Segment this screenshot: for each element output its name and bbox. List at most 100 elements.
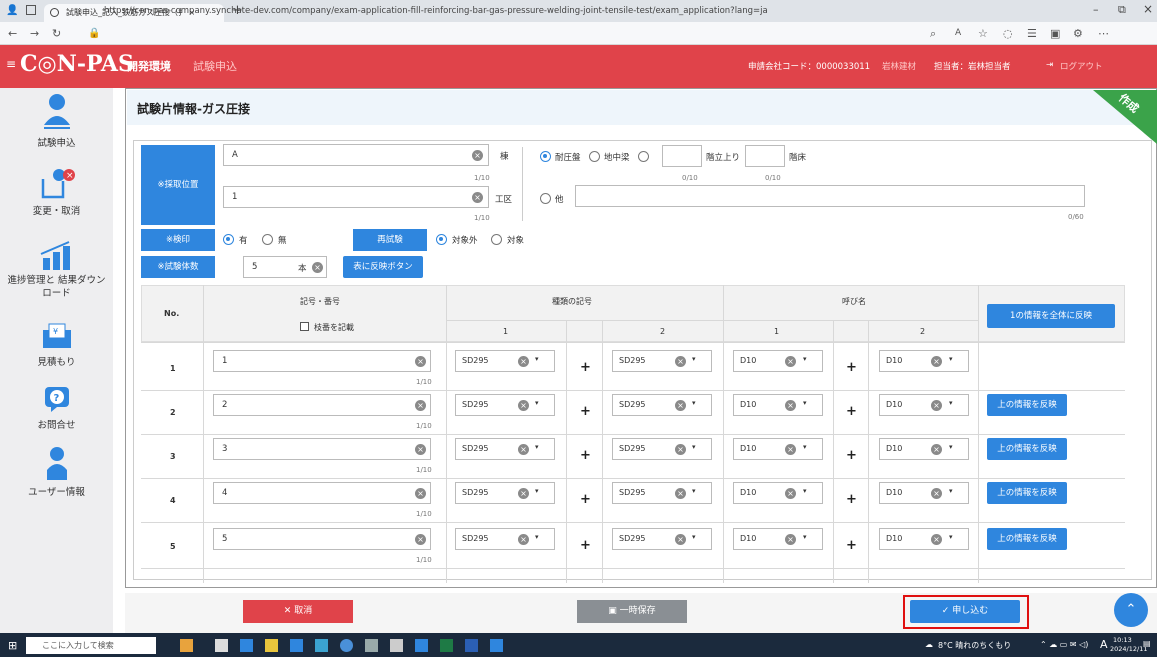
size1-select[interactable]: D10 — [733, 482, 823, 504]
chevron-down-icon[interactable]: ▾ — [803, 443, 807, 451]
size1-select[interactable]: D10 — [733, 438, 823, 460]
ime-indicator[interactable]: A — [1100, 638, 1108, 651]
app-icon[interactable] — [290, 639, 303, 652]
clear-icon[interactable]: × — [931, 444, 942, 455]
size2-select[interactable]: D10 — [879, 482, 969, 504]
cancel-button[interactable]: ✕ 取消 — [243, 600, 353, 623]
window-close-button[interactable]: × — [1143, 2, 1153, 16]
chrome-icon[interactable] — [340, 639, 353, 652]
grade2-select[interactable]: SD295 — [612, 482, 712, 504]
section-input[interactable]: 1 — [223, 186, 489, 208]
favorite-icon[interactable]: ☆ — [978, 22, 988, 45]
retest-exclude-radio[interactable] — [436, 234, 447, 245]
clear-icon[interactable]: × — [415, 444, 426, 455]
clear-icon[interactable]: × — [472, 150, 483, 161]
size2-select[interactable]: D10 — [879, 528, 969, 550]
clock-time[interactable]: 10:13 — [1113, 636, 1132, 644]
window-restore-button[interactable]: ⧉ — [1118, 3, 1126, 17]
size2-select[interactable]: D10 — [879, 394, 969, 416]
settings-icon[interactable] — [390, 639, 403, 652]
clear-icon[interactable]: × — [931, 400, 942, 411]
chevron-down-icon[interactable]: ▾ — [692, 533, 696, 541]
branch-number-checkbox[interactable] — [300, 322, 309, 331]
app-logo[interactable]: C◎N-PAS — [20, 51, 134, 77]
explorer-icon[interactable] — [265, 639, 278, 652]
clear-icon[interactable]: × — [931, 534, 942, 545]
favorites-list-icon[interactable]: ☰ — [1027, 22, 1037, 45]
chevron-down-icon[interactable]: ▾ — [803, 487, 807, 495]
grade1-select[interactable]: SD295 — [455, 394, 555, 416]
apply-all-button[interactable]: 1の情報を全体に反映 — [987, 304, 1115, 328]
notification-icon[interactable]: ▤ — [1143, 639, 1151, 648]
forward-icon[interactable]: → — [30, 22, 39, 45]
size1-select[interactable]: D10 — [733, 528, 823, 550]
clear-icon[interactable]: × — [415, 400, 426, 411]
size2-select[interactable]: D10 — [879, 438, 969, 460]
sidebar-item-contact[interactable]: ? お問合せ — [0, 385, 113, 431]
clear-icon[interactable]: × — [785, 488, 796, 499]
more-menu-icon[interactable]: ⋯ — [1098, 22, 1109, 45]
size2-select[interactable]: D10 — [879, 350, 969, 372]
chevron-down-icon[interactable]: ▾ — [949, 443, 953, 451]
clear-icon[interactable]: × — [518, 444, 529, 455]
retest-include-radio[interactable] — [491, 234, 502, 245]
chevron-down-icon[interactable]: ▾ — [949, 533, 953, 541]
chevron-down-icon[interactable]: ▾ — [692, 443, 696, 451]
scroll-top-button[interactable]: ⌃ — [1114, 593, 1148, 627]
window-minimize-button[interactable]: – — [1093, 3, 1099, 16]
grade1-select[interactable]: SD295 — [455, 438, 555, 460]
clear-icon[interactable]: × — [415, 356, 426, 367]
submit-button[interactable]: ✓ 申し込む — [910, 600, 1020, 623]
apply-above-button[interactable]: 上の情報を反映 — [987, 438, 1067, 460]
sidebar-item-exam-application[interactable]: 試験申込 — [0, 93, 113, 149]
clear-icon[interactable]: × — [785, 400, 796, 411]
mark-input[interactable]: 3 — [213, 438, 431, 460]
chevron-down-icon[interactable]: ▾ — [692, 399, 696, 407]
app-icon[interactable] — [180, 639, 193, 652]
copilot-icon[interactable]: ◌ — [1003, 22, 1013, 45]
chevron-down-icon[interactable]: ▾ — [535, 533, 539, 541]
chevron-down-icon[interactable]: ▾ — [803, 355, 807, 363]
chevron-down-icon[interactable]: ▾ — [692, 355, 696, 363]
seal-no-radio[interactable] — [262, 234, 273, 245]
grade2-select[interactable]: SD295 — [612, 394, 712, 416]
app-icon[interactable] — [490, 639, 503, 652]
seal-yes-radio[interactable] — [223, 234, 234, 245]
clear-icon[interactable]: × — [675, 400, 686, 411]
clear-icon[interactable]: × — [415, 488, 426, 499]
weather-text[interactable]: 8°C 晴れのちくもり — [938, 640, 1011, 651]
sidebar-item-estimate[interactable]: ¥ 見積もり — [0, 322, 113, 368]
tab-actions-icon[interactable] — [26, 5, 36, 15]
ground-beam-radio[interactable] — [589, 151, 600, 162]
pressure-slab-radio[interactable] — [540, 151, 551, 162]
clear-icon[interactable]: × — [312, 262, 323, 273]
mark-input[interactable]: 4 — [213, 482, 431, 504]
chevron-down-icon[interactable]: ▾ — [949, 487, 953, 495]
grade1-select[interactable]: SD295 — [455, 528, 555, 550]
collections-icon[interactable]: ▣ — [1050, 22, 1060, 45]
chevron-down-icon[interactable]: ▾ — [692, 487, 696, 495]
temp-save-button[interactable]: ▣ 一時保存 — [577, 600, 687, 623]
chevron-down-icon[interactable]: ▾ — [949, 355, 953, 363]
windows-start-icon[interactable]: ⊞ — [8, 639, 17, 652]
mark-input[interactable]: 2 — [213, 394, 431, 416]
grade2-select[interactable]: SD295 — [612, 528, 712, 550]
clear-icon[interactable]: × — [785, 356, 796, 367]
grade2-select[interactable]: SD295 — [612, 350, 712, 372]
taskbar-search[interactable]: ここに入力して検索 — [26, 637, 156, 654]
apply-above-button[interactable]: 上の情報を反映 — [987, 482, 1067, 504]
clear-icon[interactable]: × — [518, 400, 529, 411]
apply-above-button[interactable]: 上の情報を反映 — [987, 528, 1067, 550]
read-aloud-icon[interactable]: A — [955, 22, 961, 45]
logout-icon[interactable]: ⇥ — [1046, 60, 1053, 70]
sidebar-item-progress-download[interactable]: 進捗管理と 結果ダウンロード — [0, 240, 113, 300]
floor-input[interactable] — [662, 145, 702, 167]
chevron-down-icon[interactable]: ▾ — [803, 399, 807, 407]
reload-icon[interactable]: ↻ — [52, 22, 61, 45]
mark-input[interactable]: 1 — [213, 350, 431, 372]
sidebar-item-user-info[interactable]: ユーザー情報 — [0, 446, 113, 498]
size1-select[interactable]: D10 — [733, 350, 823, 372]
word-icon[interactable] — [465, 639, 478, 652]
app-icon[interactable] — [365, 639, 378, 652]
tray-icons[interactable]: ⌃ ☁ ▭ ✉ ◁) — [1040, 640, 1088, 649]
